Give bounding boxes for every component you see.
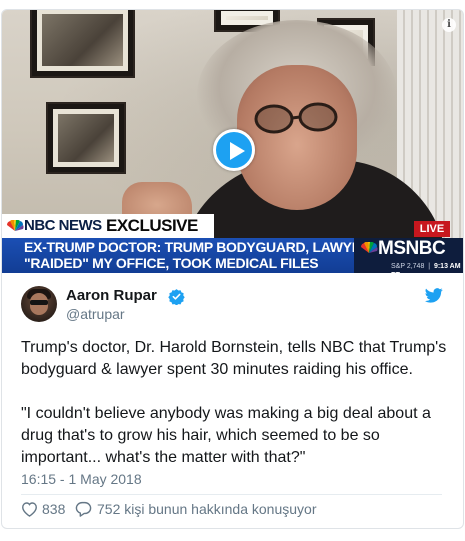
info-icon: i [447,19,451,30]
video-player[interactable]: i NBC NEWS EXCLUSIVE EX-TRUMP DOCTOR: TR… [2,10,463,273]
reply-link[interactable]: 752 kişi bunun hakkında konuşuyor [75,499,316,519]
verified-badge-icon [168,289,185,305]
channel-label: MSNBC [378,238,446,259]
wall-frame [30,10,135,78]
exclusive-label: EXCLUSIVE [106,216,198,235]
msnbc-peacock-icon [361,242,378,253]
tweet-paragraph: "I couldn't believe anybody was making a… [21,405,431,466]
wall-frame [46,102,126,174]
tweet-paragraph: Trump's doctor, Dr. Harold Bornstein, te… [21,339,447,378]
avatar[interactable] [21,286,57,322]
headline-line-1: EX-TRUMP DOCTOR: TRUMP BODYGUARD, LAWYER [24,239,371,255]
person-face [237,65,357,210]
twitter-bird-icon[interactable] [425,288,443,303]
author-name[interactable]: Aaron Rupar [66,287,157,305]
nbc-peacock-icon [7,220,24,231]
network-label: NBC NEWS [24,217,102,234]
like-button[interactable]: 838 [21,499,65,519]
info-button[interactable]: i [442,18,456,32]
play-button[interactable] [213,129,255,171]
headline-banner: EX-TRUMP DOCTOR: TRUMP BODYGUARD, LAWYER… [2,238,371,273]
nbc-news-banner: NBC NEWS EXCLUSIVE [2,214,214,238]
ticker: S&P 2,748 | 9:13 AM PT [391,262,463,273]
live-badge: LIVE [414,221,450,237]
reply-icon [75,501,92,517]
glasses-icon [254,102,338,134]
divider [21,494,442,495]
play-icon [230,142,245,160]
reply-text: 752 kişi bunun hakkında konuşuyor [97,501,317,517]
headline-line-2: "RAIDED" MY OFFICE, TOOK MEDICAL FILES [24,255,319,271]
ticker-market: S&P 2,748 [391,263,425,270]
like-count: 838 [42,501,66,517]
author-handle[interactable]: @atrupar [66,306,125,323]
tweet-timestamp[interactable]: 16:15 - 1 May 2018 [21,471,142,488]
heart-icon [22,502,37,517]
tweet-text: Trump's doctor, Dr. Harold Bornstein, te… [21,337,451,469]
